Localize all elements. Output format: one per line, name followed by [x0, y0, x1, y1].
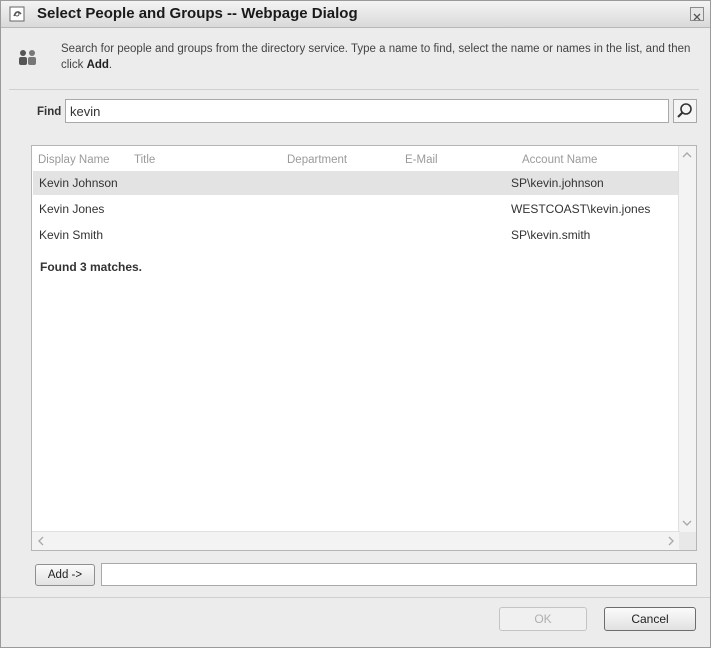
cancel-button[interactable]: Cancel	[604, 607, 696, 631]
row-display-name: Kevin Johnson	[39, 176, 118, 190]
column-header-display-name[interactable]: Display Name	[38, 154, 110, 166]
find-label: Find	[37, 106, 62, 118]
ie-page-icon	[9, 6, 25, 22]
row-display-name: Kevin Smith	[39, 228, 104, 242]
ok-button[interactable]: OK	[499, 607, 587, 631]
column-header-department[interactable]: Department	[287, 154, 347, 166]
column-header-email[interactable]: E-Mail	[405, 154, 438, 166]
result-row[interactable]: Kevin Johnson SP\kevin.johnson	[33, 171, 679, 195]
scroll-left-icon[interactable]	[34, 534, 48, 548]
instructions-end: .	[108, 59, 113, 71]
instructions-main: Search for people and groups from the di…	[61, 43, 691, 71]
magnifier-icon	[677, 103, 692, 118]
result-row[interactable]: Kevin Jones WESTCOAST\kevin.jones	[33, 197, 679, 221]
close-icon[interactable]	[690, 7, 704, 21]
scroll-down-icon[interactable]	[680, 516, 694, 530]
people-icon	[19, 50, 36, 65]
title-bar: Select People and Groups -- Webpage Dial…	[1, 1, 710, 28]
row-account-name: SP\kevin.smith	[511, 228, 591, 242]
add-button[interactable]: Add ->	[35, 564, 95, 586]
scroll-up-icon[interactable]	[680, 148, 694, 162]
result-row[interactable]: Kevin Smith SP\kevin.smith	[33, 223, 679, 247]
window-title: Select People and Groups -- Webpage Dial…	[37, 5, 358, 22]
header-divider	[9, 89, 699, 90]
vertical-scrollbar[interactable]	[678, 146, 696, 532]
row-display-name: Kevin Jones	[39, 202, 105, 216]
horizontal-scrollbar[interactable]	[32, 531, 680, 550]
instructions-add-bold: Add	[86, 59, 109, 71]
dialog-window: Select People and Groups -- Webpage Dial…	[0, 0, 711, 648]
scroll-right-icon[interactable]	[664, 534, 678, 548]
instructions-text: Search for people and groups from the di…	[61, 41, 701, 73]
results-list: Display Name Title Department E-Mail Acc…	[31, 145, 697, 551]
status-text: Found 3 matches.	[40, 260, 143, 274]
row-account-name: WESTCOAST\kevin.jones	[511, 202, 651, 216]
row-account-name: SP\kevin.johnson	[511, 176, 604, 190]
scrollbar-corner	[679, 532, 696, 550]
selected-names-field[interactable]	[101, 563, 697, 586]
column-header-title[interactable]: Title	[134, 154, 155, 166]
search-button[interactable]	[673, 99, 697, 123]
footer-divider	[1, 597, 710, 598]
find-input[interactable]	[65, 99, 669, 123]
column-header-account-name[interactable]: Account Name	[522, 154, 597, 166]
